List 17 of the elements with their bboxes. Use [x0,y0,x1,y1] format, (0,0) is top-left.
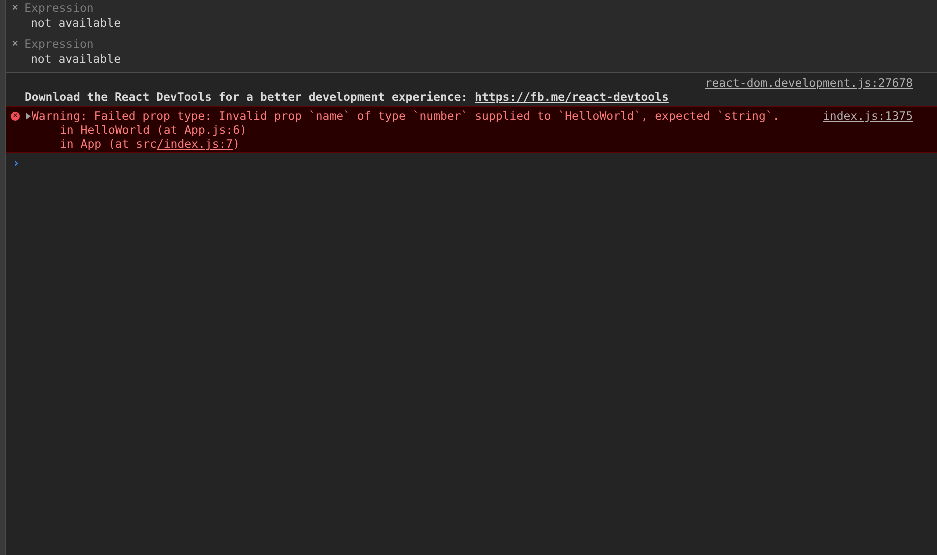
stack-frame: in HelloWorld (at App.js:6) [60,123,247,137]
source-link[interactable]: index.js:1375 [816,109,913,123]
expression-label: Expression [24,0,94,14]
expand-triangle-icon[interactable] [25,112,31,120]
remove-icon[interactable]: × [12,1,19,14]
expression-value: not available [31,15,122,31]
stack-frame: in App (at src/index.js:7) [60,137,240,151]
expression-value: not available [31,51,122,67]
log-message: Download the React DevTools for a better development experience: https://fb.me/react-devtools [25,90,669,104]
source-link[interactable]: react-dom.development.js:27678 [705,76,913,90]
prompt-icon: › [13,156,20,170]
remove-icon[interactable]: × [12,37,19,50]
url-link[interactable]: https://fb.me/react-devtools [475,90,669,104]
file-link[interactable]: /index.js:7 [156,137,234,151]
error-icon: × [11,112,20,120]
expression-label: Expression [24,36,94,50]
error-message: Warning: Failed prop type: Invalid prop `name` of type `number` supplied to `HelloWorld`, expected `string`. [32,109,780,123]
